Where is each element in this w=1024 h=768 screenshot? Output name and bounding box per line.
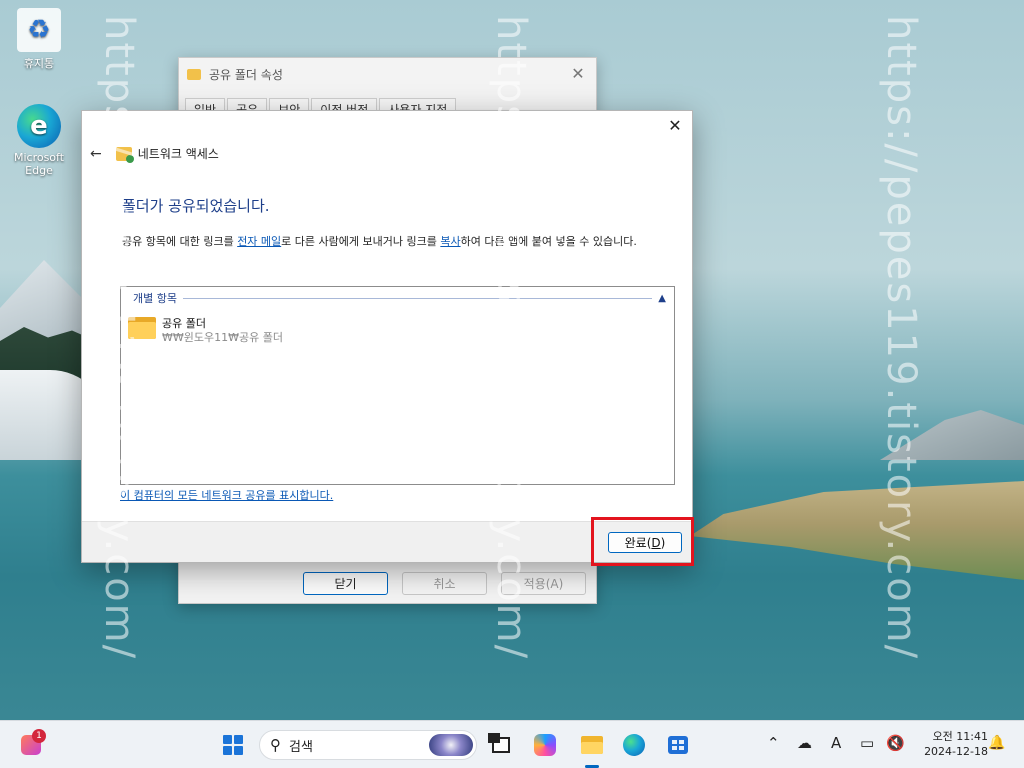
search-placeholder: 검색 — [289, 739, 313, 755]
dialog-heading: 폴더가 공유되었습니다. — [122, 197, 270, 215]
recycle-bin-label: 휴지통 — [23, 57, 55, 70]
search-highlight-icon — [429, 734, 473, 756]
email-link[interactable]: 전자 메일 — [237, 235, 281, 248]
list-item[interactable]: 공유 폴더 ₩₩윈도우11₩공유 폴더 — [128, 317, 283, 345]
item-path: ₩₩윈도우11₩공유 폴더 — [162, 331, 283, 344]
close-icon[interactable]: ✕ — [568, 64, 588, 84]
search-icon: ⚲ — [270, 736, 281, 754]
system-clock[interactable]: 오전 11:41 2024-12-18 — [912, 729, 988, 759]
watermark-text: https://pepes119.tistory.com/ — [96, 15, 142, 661]
cloud-offline-icon[interactable]: ☁ — [797, 734, 812, 752]
desktop-icon-edge[interactable]: e Microsoft Edge — [4, 104, 74, 177]
network-icon[interactable]: ▭ — [860, 734, 874, 752]
group-header-individual-items[interactable]: 개별 항목 ▲ — [133, 290, 666, 306]
taskbar-search[interactable]: ⚲ 검색 — [259, 730, 477, 760]
shared-items-list[interactable]: 개별 항목 ▲ 공유 폴더 ₩₩윈도우11₩공유 폴더 — [120, 286, 675, 485]
copy-link[interactable]: 복사 — [440, 235, 460, 248]
chevron-up-icon[interactable]: ▲ — [658, 293, 666, 304]
clock-time: 오전 11:41 — [932, 730, 988, 743]
show-all-shares-link[interactable]: 이 컴퓨터의 모든 네트워크 공유를 표시합니다. — [120, 487, 333, 503]
notification-bell-icon[interactable]: 🔔 — [988, 735, 1005, 751]
dialog-title: 네트워크 액세스 — [137, 147, 219, 161]
close-icon[interactable]: ✕ — [664, 115, 686, 137]
close-button[interactable]: 닫기 — [303, 571, 388, 595]
copilot-button[interactable] — [530, 730, 560, 760]
edge-taskbar-button[interactable] — [619, 730, 649, 760]
volume-muted-icon[interactable]: 🔇 — [886, 734, 905, 752]
group-divider — [182, 297, 653, 299]
edge-icon — [623, 734, 645, 756]
desc-text-2: 로 다른 사람에게 보내거나 링크를 — [281, 235, 441, 248]
store-button[interactable] — [663, 730, 693, 760]
dialog-description: 공유 항목에 대한 링크를 전자 메일로 다른 사람에게 보내거나 링크를 복사… — [122, 234, 682, 250]
task-view-button[interactable] — [486, 730, 516, 760]
file-explorer-button[interactable] — [577, 730, 607, 760]
file-explorer-icon — [581, 736, 603, 754]
recycle-bin-icon: ♻ — [17, 8, 61, 52]
chevron-up-icon[interactable]: ⌃ — [767, 734, 780, 752]
store-icon — [668, 736, 688, 754]
windows-logo-icon — [223, 735, 243, 755]
watermark-text: https://pepes119.tistory.com/ — [488, 15, 534, 661]
copilot-icon — [534, 734, 556, 756]
properties-title: 공유 폴더 속성 — [209, 67, 283, 82]
desktop-icon-recycle-bin[interactable]: ♻ 휴지통 — [4, 8, 74, 71]
network-access-dialog[interactable]: ✕ ← 네트워크 액세스 폴더가 공유되었습니다. 공유 항목에 대한 링크를 … — [81, 110, 693, 563]
start-button[interactable] — [218, 730, 248, 760]
cancel-button[interactable]: 취소 — [402, 571, 487, 595]
edge-icon: e — [17, 104, 61, 148]
item-name: 공유 폴더 — [162, 317, 206, 330]
highlight-annotation — [591, 517, 694, 566]
clock-date: 2024-12-18 — [924, 745, 988, 758]
task-view-icon — [488, 733, 510, 753]
ime-indicator[interactable]: A — [831, 734, 841, 752]
taskbar: 1 ⚲ 검색 ⌃ ☁ A ▭ 🔇 오전 11:41 2024-12-18 🔔 — [0, 720, 1024, 768]
watermark-text: https://pepes119.tistory.com/ — [878, 15, 924, 661]
edge-label: Microsoft Edge — [13, 151, 65, 177]
folder-icon — [187, 68, 201, 80]
wallpaper-grass-right — [690, 481, 1024, 580]
notification-badge: 1 — [32, 729, 46, 743]
